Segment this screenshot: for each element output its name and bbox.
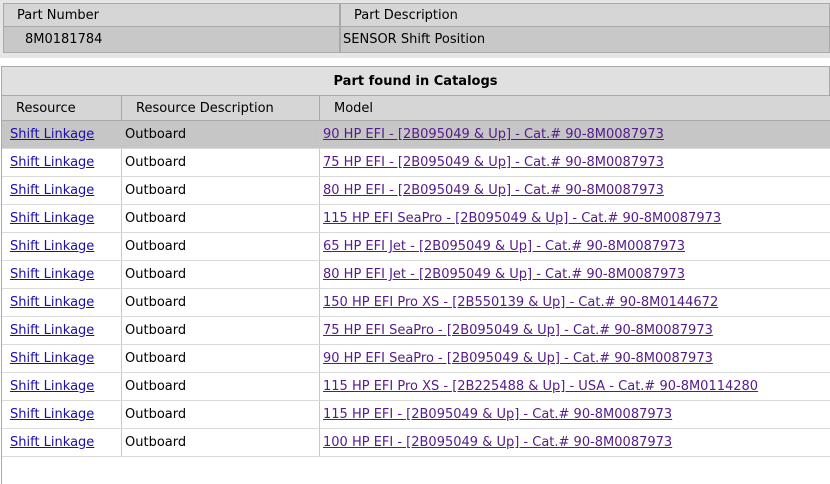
resource-cell: Shift Linkage [2, 345, 122, 372]
resource-description-cell: Outboard [122, 121, 320, 148]
resource-description-cell: Outboard [122, 177, 320, 204]
model-link[interactable]: 100 HP EFI - [2B095049 & Up] - Cat.# 90-… [323, 435, 672, 450]
resource-description-cell: Outboard [122, 429, 320, 456]
resource-description-cell: Outboard [122, 233, 320, 260]
catalog-rows: Shift Linkage Outboard 90 HP EFI - [2B0950… [2, 121, 830, 457]
resource-cell: Shift Linkage [2, 149, 122, 176]
resource-link[interactable]: Shift Linkage [10, 379, 94, 394]
resource-link[interactable]: Shift Linkage [10, 127, 94, 142]
model-link[interactable]: 115 HP EFI - [2B095049 & Up] - Cat.# 90-… [323, 407, 672, 422]
resource-description-cell: Outboard [122, 401, 320, 428]
model-cell: 75 HP EFI SeaPro - [2B095049 & Up] - Cat… [320, 317, 830, 344]
table-row[interactable]: Shift Linkage Outboard 115 HP EFI SeaPro -… [2, 205, 830, 233]
resource-link[interactable]: Shift Linkage [10, 211, 94, 226]
resource-link[interactable]: Shift Linkage [10, 435, 94, 450]
catalog-header-row: Resource Resource Description Model [2, 96, 830, 121]
model-cell: 115 HP EFI - [2B095049 & Up] - Cat.# 90-… [320, 401, 830, 428]
table-row[interactable]: Shift Linkage Outboard 75 HP EFI - [2B0950… [2, 149, 830, 177]
model-cell: 80 HP EFI Jet - [2B095049 & Up] - Cat.# … [320, 261, 830, 288]
resource-description-cell: Outboard [122, 205, 320, 232]
model-link[interactable]: 65 HP EFI Jet - [2B095049 & Up] - Cat.# … [323, 239, 685, 254]
part-number-header: Part Number [3, 3, 340, 26]
table-row[interactable]: Shift Linkage Outboard 80 HP EFI - [2B0950… [2, 177, 830, 205]
table-row[interactable]: Shift Linkage Outboard 90 HP EFI SeaPro - … [2, 345, 830, 373]
resource-description-column-header: Resource Description [122, 96, 320, 120]
resource-description-cell: Outboard [122, 289, 320, 316]
resource-link[interactable]: Shift Linkage [10, 323, 94, 338]
resource-link[interactable]: Shift Linkage [10, 407, 94, 422]
model-cell: 115 HP EFI SeaPro - [2B095049 & Up] - Ca… [320, 205, 830, 232]
part-description-header: Part Description [340, 3, 830, 26]
model-link[interactable]: 80 HP EFI Jet - [2B095049 & Up] - Cat.# … [323, 267, 685, 282]
part-info-value-row: 8M0181784 SENSOR Shift Position [0, 26, 830, 53]
resource-cell: Shift Linkage [2, 233, 122, 260]
model-link[interactable]: 115 HP EFI Pro XS - [2B225488 & Up] - US… [323, 379, 758, 394]
resource-link[interactable]: Shift Linkage [10, 239, 94, 254]
model-cell: 65 HP EFI Jet - [2B095049 & Up] - Cat.# … [320, 233, 830, 260]
model-cell: 80 HP EFI - [2B095049 & Up] - Cat.# 90-8… [320, 177, 830, 204]
resource-link[interactable]: Shift Linkage [10, 351, 94, 366]
resource-cell: Shift Linkage [2, 373, 122, 400]
resource-link[interactable]: Shift Linkage [10, 295, 94, 310]
model-cell: 150 HP EFI Pro XS - [2B550139 & Up] - Ca… [320, 289, 830, 316]
model-link[interactable]: 75 HP EFI SeaPro - [2B095049 & Up] - Cat… [323, 323, 713, 338]
model-link[interactable]: 150 HP EFI Pro XS - [2B550139 & Up] - Ca… [323, 295, 718, 310]
resource-link[interactable]: Shift Linkage [10, 267, 94, 282]
table-row[interactable]: Shift Linkage Outboard 100 HP EFI - [2B095… [2, 429, 830, 457]
table-row[interactable]: Shift Linkage Outboard 80 HP EFI Jet - [2B… [2, 261, 830, 289]
resource-description-cell: Outboard [122, 373, 320, 400]
model-cell: 100 HP EFI - [2B095049 & Up] - Cat.# 90-… [320, 429, 830, 456]
resource-description-cell: Outboard [122, 261, 320, 288]
resource-link[interactable]: Shift Linkage [10, 155, 94, 170]
model-link[interactable]: 80 HP EFI - [2B095049 & Up] - Cat.# 90-8… [323, 183, 664, 198]
resource-cell: Shift Linkage [2, 401, 122, 428]
model-link[interactable]: 115 HP EFI SeaPro - [2B095049 & Up] - Ca… [323, 211, 721, 226]
part-number-value: 8M0181784 [3, 26, 340, 53]
catalog-table: Part found in Catalogs Resource Resource… [1, 66, 830, 484]
table-row[interactable]: Shift Linkage Outboard 115 HP EFI - [2B095… [2, 401, 830, 429]
model-cell: 90 HP EFI SeaPro - [2B095049 & Up] - Cat… [320, 345, 830, 372]
resource-description-cell: Outboard [122, 345, 320, 372]
resource-description-cell: Outboard [122, 317, 320, 344]
resource-cell: Shift Linkage [2, 289, 122, 316]
resource-cell: Shift Linkage [2, 429, 122, 456]
part-description-value: SENSOR Shift Position [340, 26, 830, 53]
model-cell: 115 HP EFI Pro XS - [2B225488 & Up] - US… [320, 373, 830, 400]
part-info-header-row: Part Number Part Description [0, 3, 830, 26]
resource-cell: Shift Linkage [2, 177, 122, 204]
resource-cell: Shift Linkage [2, 317, 122, 344]
resource-description-cell: Outboard [122, 149, 320, 176]
model-cell: 90 HP EFI - [2B095049 & Up] - Cat.# 90-8… [320, 121, 830, 148]
table-row[interactable]: Shift Linkage Outboard 65 HP EFI Jet - [2B… [2, 233, 830, 261]
table-row[interactable]: Shift Linkage Outboard 75 HP EFI SeaPro - … [2, 317, 830, 345]
part-info-table: Part Number Part Description 8M0181784 S… [0, 0, 830, 58]
resource-column-header: Resource [2, 96, 122, 120]
table-row[interactable]: Shift Linkage Outboard 90 HP EFI - [2B0950… [2, 121, 830, 149]
resource-cell: Shift Linkage [2, 205, 122, 232]
model-link[interactable]: 90 HP EFI - [2B095049 & Up] - Cat.# 90-8… [323, 127, 664, 142]
table-row[interactable]: Shift Linkage Outboard 150 HP EFI Pro XS -… [2, 289, 830, 317]
resource-cell: Shift Linkage [2, 261, 122, 288]
resource-cell: Shift Linkage [2, 121, 122, 148]
model-link[interactable]: 75 HP EFI - [2B095049 & Up] - Cat.# 90-8… [323, 155, 664, 170]
catalog-table-title: Part found in Catalogs [2, 66, 830, 96]
model-link[interactable]: 90 HP EFI SeaPro - [2B095049 & Up] - Cat… [323, 351, 713, 366]
model-column-header: Model [334, 100, 374, 116]
model-cell: 75 HP EFI - [2B095049 & Up] - Cat.# 90-8… [320, 149, 830, 176]
resource-link[interactable]: Shift Linkage [10, 183, 94, 198]
table-row[interactable]: Shift Linkage Outboard 115 HP EFI Pro XS -… [2, 373, 830, 401]
